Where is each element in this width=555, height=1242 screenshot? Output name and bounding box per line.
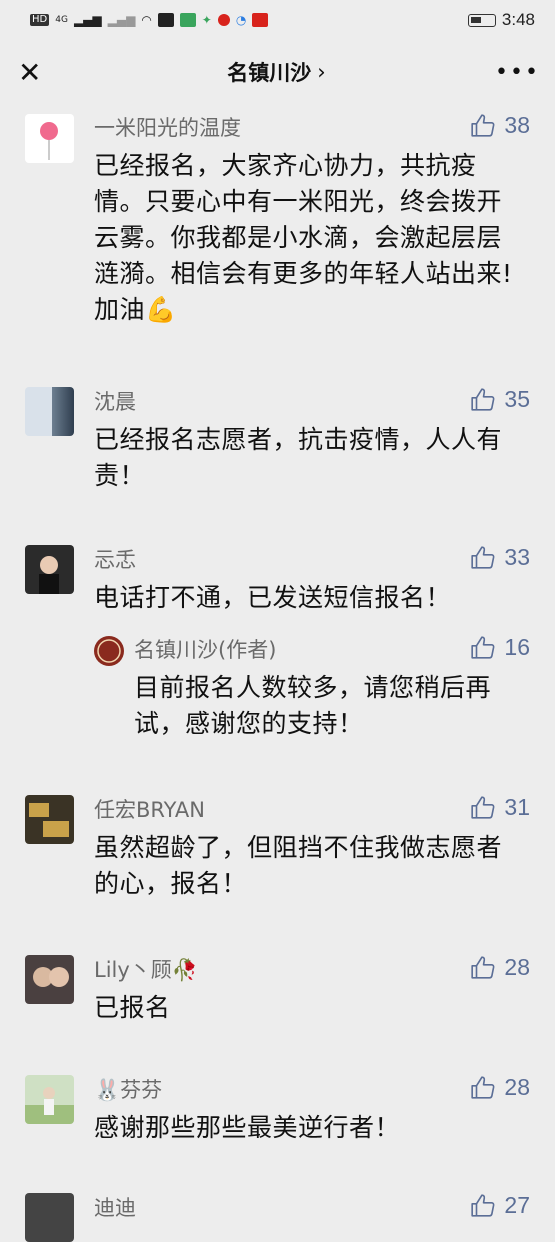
like-count: 33: [504, 544, 530, 570]
page-title-text: 名镇川沙: [227, 61, 312, 85]
reply-text: 目前报名人数较多，请您稍后再试，感谢您的支持！: [134, 673, 492, 738]
thumbs-up-icon: [471, 545, 495, 569]
comment-text: 感谢那些那些最美逆行者！: [94, 1113, 401, 1142]
signal-secondary-icon: ▂▄▆: [107, 13, 136, 27]
status-bar: HD 4G ▂▄▆ ▂▄▆ ◠ ✦ ◔ 3:48: [0, 0, 555, 40]
app-notification-icon-5: ◔: [235, 13, 247, 27]
comment-author[interactable]: 沈晨: [94, 386, 136, 416]
comment-author[interactable]: 任宏BRYAN: [94, 794, 205, 824]
like-button[interactable]: 33: [470, 544, 530, 571]
thumbs-up-icon: [471, 1075, 495, 1099]
comment-author[interactable]: 迪迪: [94, 1192, 136, 1222]
avatar[interactable]: [25, 545, 74, 594]
status-right: 3:48: [467, 10, 535, 30]
like-count: 16: [504, 634, 530, 660]
more-options-icon[interactable]: •••: [495, 60, 538, 85]
avatar[interactable]: [25, 114, 74, 163]
avatar[interactable]: [25, 795, 74, 844]
avatar[interactable]: [25, 1075, 74, 1124]
like-count: 27: [504, 1192, 530, 1218]
thumbs-up-icon: [471, 387, 495, 411]
app-notification-icon-2: [179, 13, 196, 27]
comment-text: 已经报名，大家齐心协力，共抗疫情。只要心中有一米阳光，终会拨开云雾。你我都是小水…: [94, 151, 513, 324]
app-notification-icon-3: ✦: [201, 13, 212, 27]
avatar[interactable]: [25, 387, 74, 436]
like-button[interactable]: 28: [470, 1074, 530, 1101]
thumbs-up-icon: [471, 1193, 495, 1217]
nav-bar: ✕ 名镇川沙 › •••: [0, 40, 555, 104]
like-count: 38: [504, 112, 530, 138]
like-button[interactable]: 16: [470, 634, 530, 661]
like-count: 35: [504, 386, 530, 412]
page-title[interactable]: 名镇川沙 ›: [227, 57, 325, 87]
avatar[interactable]: [25, 955, 74, 1004]
author-avatar[interactable]: [94, 636, 124, 666]
comment-author[interactable]: 忈忎: [94, 544, 136, 574]
comment-author[interactable]: 一米阳光的温度: [94, 112, 241, 142]
comment-text: 电话打不通，已发送短信报名！: [94, 583, 452, 612]
thumbs-up-icon: [471, 635, 495, 659]
comment-text: 已经报名志愿者，抗击疫情，人人有责！: [94, 425, 503, 490]
avatar[interactable]: [25, 1193, 74, 1242]
comments-list: 一米阳光的温度 38 已经报名，大家齐心协力，共抗疫情。只要心中有一米阳光，终会…: [0, 104, 555, 1242]
hd-icon: HD: [30, 14, 50, 26]
like-button[interactable]: 35: [470, 386, 530, 413]
app-notification-icon: [157, 13, 174, 27]
like-count: 28: [504, 954, 530, 980]
like-button[interactable]: 31: [470, 794, 530, 821]
like-button[interactable]: 38: [470, 112, 530, 139]
battery-icon: [467, 13, 496, 27]
like-button[interactable]: 27: [470, 1192, 530, 1219]
thumbs-up-icon: [471, 795, 495, 819]
status-time: 3:48: [501, 10, 535, 29]
thumbs-up-icon: [471, 113, 495, 137]
comment-author[interactable]: Lily丶顾🥀: [94, 954, 198, 984]
network-type-icon: 4G: [55, 14, 68, 25]
comment-text: 已报名: [94, 993, 171, 1022]
thumbs-up-icon: [471, 955, 495, 979]
comment-author[interactable]: 🐰芬芬: [94, 1074, 162, 1104]
chevron-right-icon: ›: [317, 60, 326, 84]
status-left-icons: HD 4G ▂▄▆ ▂▄▆ ◠ ✦ ◔: [30, 13, 269, 27]
comment-text: 虽然超龄了，但阻挡不住我做志愿者的心，报名！: [94, 833, 503, 898]
app-notification-icon-6: [252, 13, 269, 27]
app-notification-icon-4: [217, 14, 230, 26]
like-button[interactable]: 28: [470, 954, 530, 981]
reply-author[interactable]: 名镇川沙(作者): [134, 634, 276, 664]
wifi-icon: ◠: [141, 13, 152, 27]
signal-icon: ▂▄▆: [73, 13, 102, 27]
like-count: 31: [504, 794, 530, 820]
close-icon[interactable]: ✕: [18, 56, 58, 89]
like-count: 28: [504, 1074, 530, 1100]
